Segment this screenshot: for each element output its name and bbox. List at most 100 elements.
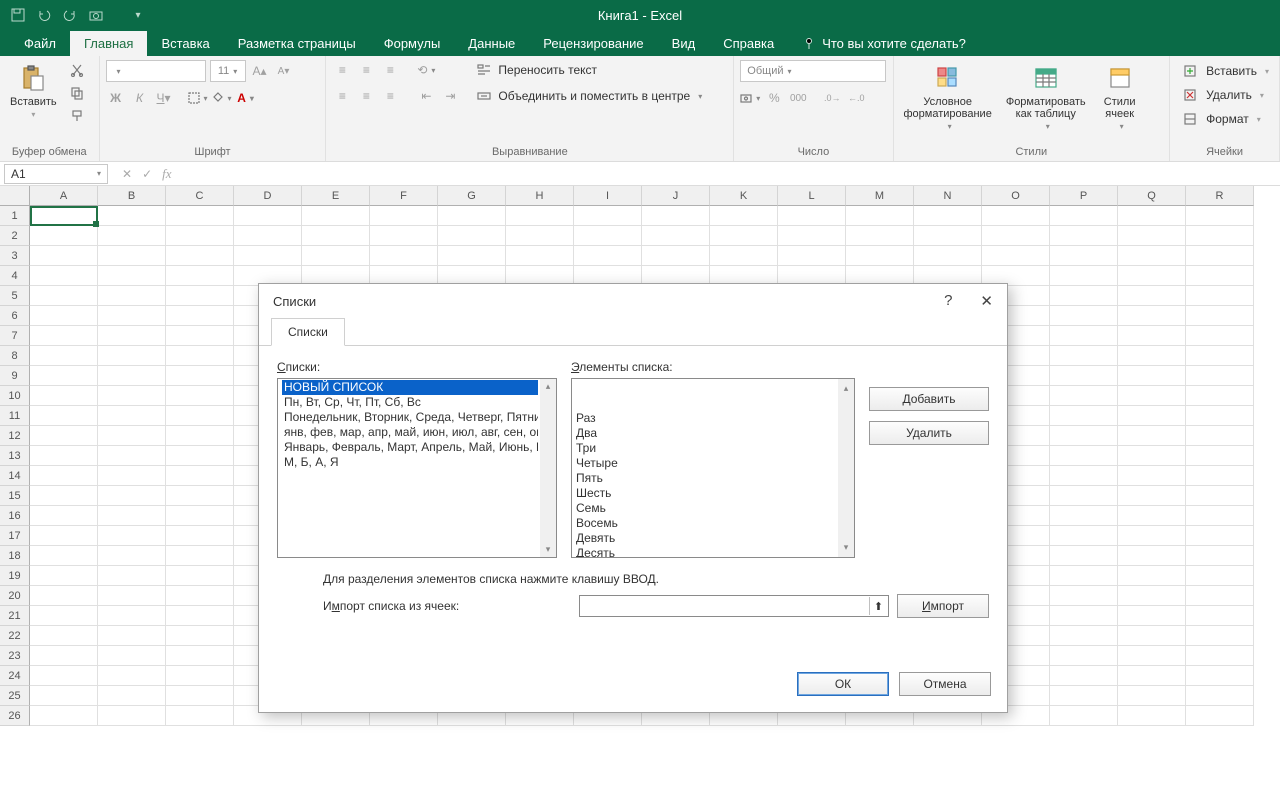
align-middle-icon[interactable]: ≡ [356,60,376,80]
cell[interactable] [1186,346,1254,366]
cell[interactable] [1186,566,1254,586]
cell[interactable] [166,266,234,286]
paste-button[interactable]: Вставить ▾ [6,60,61,121]
ok-button[interactable]: ОК [797,672,889,696]
list-item[interactable]: Понедельник, Вторник, Среда, Четверг, Пя… [282,410,538,425]
cell[interactable] [30,406,98,426]
column-header[interactable]: D [234,186,302,206]
cell[interactable] [98,486,166,506]
select-all-corner[interactable] [0,186,30,206]
cell[interactable] [1118,586,1186,606]
dialog-close-icon[interactable]: ✕ [980,292,993,310]
row-header[interactable]: 21 [0,606,30,626]
cell[interactable] [98,686,166,706]
cell[interactable] [1050,406,1118,426]
cell[interactable] [30,206,98,226]
cell[interactable] [30,606,98,626]
import-button[interactable]: Импорт [897,594,989,618]
cell[interactable] [1050,626,1118,646]
enter-formula-icon[interactable]: ✓ [142,167,152,181]
format-cells-button[interactable]: Формат▾ [1176,108,1273,130]
cell[interactable] [1186,606,1254,626]
tab-page-layout[interactable]: Разметка страницы [224,31,370,56]
cell[interactable] [1118,306,1186,326]
cell[interactable] [574,226,642,246]
list-item[interactable]: Пн, Вт, Ср, Чт, Пт, Сб, Вс [282,395,538,410]
cell[interactable] [30,266,98,286]
cell[interactable] [166,666,234,686]
cell[interactable] [1186,686,1254,706]
cell[interactable] [370,246,438,266]
cell[interactable] [1118,286,1186,306]
cell[interactable] [574,246,642,266]
cell[interactable] [914,246,982,266]
decrease-decimal-icon[interactable]: ←.0 [846,88,866,108]
cell[interactable] [30,346,98,366]
cell[interactable] [1186,626,1254,646]
cell[interactable] [166,626,234,646]
textarea-scrollbar[interactable]: ▴▾ [838,379,854,557]
cell[interactable] [1186,666,1254,686]
column-header[interactable]: I [574,186,642,206]
cell[interactable] [98,346,166,366]
delete-list-button[interactable]: Удалить [869,421,989,445]
cell[interactable] [1118,566,1186,586]
cell[interactable] [1118,686,1186,706]
list-item[interactable]: янв, фев, мар, апр, май, июн, июл, авг, … [282,425,538,440]
cell[interactable] [1050,266,1118,286]
cell[interactable] [1050,326,1118,346]
cell[interactable] [846,246,914,266]
cell[interactable] [30,306,98,326]
borders-icon[interactable] [188,88,208,108]
cell[interactable] [30,446,98,466]
cell[interactable] [1186,266,1254,286]
cell[interactable] [30,326,98,346]
cell[interactable] [914,206,982,226]
delete-cells-button[interactable]: Удалить▾ [1176,84,1273,106]
cell[interactable] [98,546,166,566]
font-name-combo[interactable] [106,60,206,82]
cell[interactable] [166,206,234,226]
cell[interactable] [234,226,302,246]
cell[interactable] [1186,206,1254,226]
cell[interactable] [30,686,98,706]
cell[interactable] [98,306,166,326]
cell[interactable] [1050,506,1118,526]
name-box[interactable]: A1 [4,164,108,184]
row-header[interactable]: 9 [0,366,30,386]
cell[interactable] [30,546,98,566]
cell[interactable] [370,226,438,246]
cell[interactable] [166,546,234,566]
increase-font-icon[interactable]: A▴ [250,61,270,81]
cell[interactable] [1118,226,1186,246]
cell[interactable] [846,206,914,226]
row-header[interactable]: 12 [0,426,30,446]
column-header[interactable]: A [30,186,98,206]
decrease-font-icon[interactable]: A▾ [274,61,294,81]
cell[interactable] [982,246,1050,266]
row-header[interactable]: 8 [0,346,30,366]
cell[interactable] [1050,606,1118,626]
cell[interactable] [1186,586,1254,606]
align-top-icon[interactable]: ≡ [332,60,352,80]
cell[interactable] [1050,366,1118,386]
cell[interactable] [30,426,98,446]
cell[interactable] [1186,446,1254,466]
cell[interactable] [1186,706,1254,726]
cell[interactable] [98,466,166,486]
cell[interactable] [1050,386,1118,406]
cell[interactable] [1186,646,1254,666]
cell[interactable] [438,226,506,246]
cell[interactable] [98,366,166,386]
add-list-button[interactable]: Добавить [869,387,989,411]
align-bottom-icon[interactable]: ≡ [380,60,400,80]
column-header[interactable]: B [98,186,166,206]
cell[interactable] [166,246,234,266]
cell[interactable] [1050,686,1118,706]
wrap-text-button[interactable]: Переносить текст [474,60,702,80]
cell[interactable] [98,326,166,346]
cell[interactable] [166,646,234,666]
cell[interactable] [1186,546,1254,566]
cell[interactable] [1050,586,1118,606]
cell[interactable] [166,226,234,246]
